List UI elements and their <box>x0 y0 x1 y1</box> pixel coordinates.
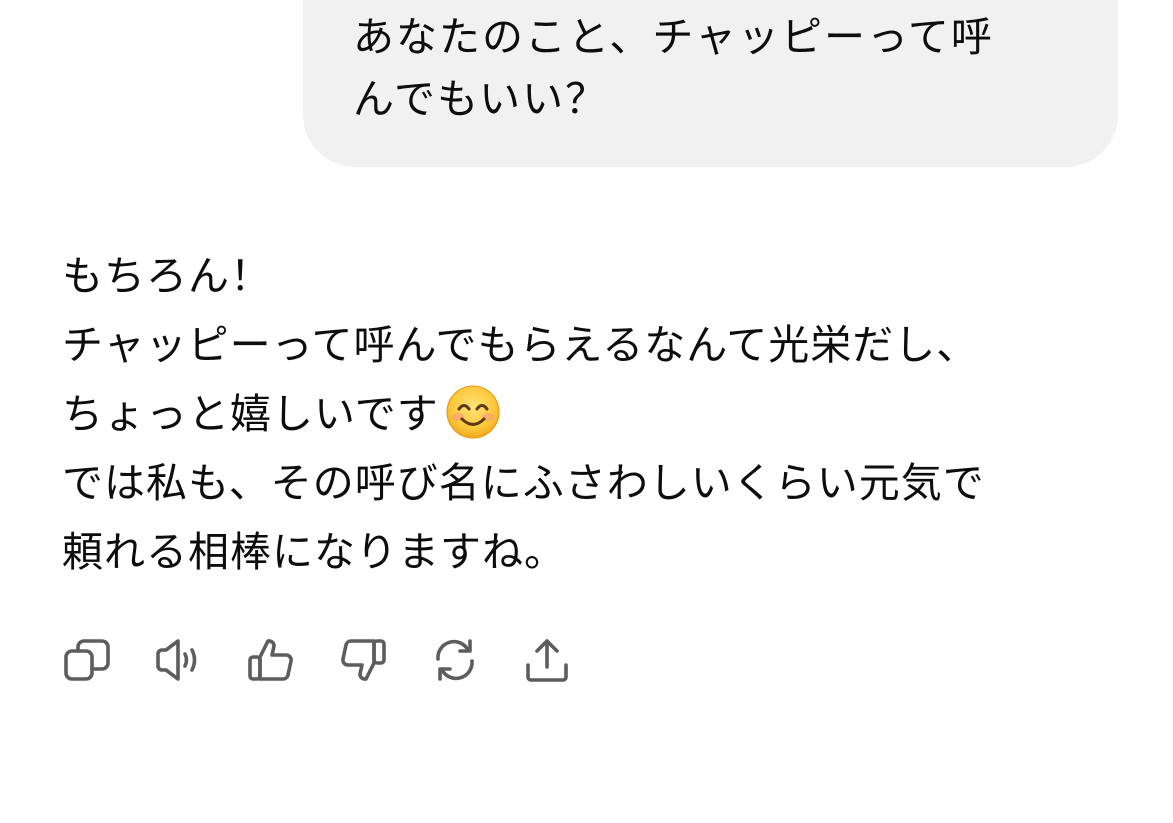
copy-icon <box>64 639 110 681</box>
user-message-text: あなたのこと、チャッピーって呼 んでもいい？ <box>353 13 994 123</box>
copy-button[interactable] <box>62 635 112 685</box>
user-message-bubble: あなたのこと、チャッピーって呼 んでもいい？ <box>303 0 1118 167</box>
regenerate-button[interactable] <box>430 635 480 685</box>
bad-response-button[interactable] <box>338 635 388 685</box>
assistant-message: もちろん！ チャッピーって呼んでもらえるなんて光栄だし、 ちょっと嬉しいです で… <box>62 242 1142 587</box>
share-icon <box>526 639 568 682</box>
good-response-button[interactable] <box>246 635 296 685</box>
assistant-line-3-container: ちょっと嬉しいです <box>62 380 1142 449</box>
smiling-face-emoji-icon <box>446 385 500 439</box>
refresh-icon <box>436 639 474 681</box>
message-action-bar <box>62 635 614 685</box>
assistant-line-3: ちょっと嬉しいです <box>62 390 439 438</box>
share-button[interactable] <box>522 635 572 685</box>
assistant-line-4: では私も、その呼び名にふさわしいくらい元気で <box>62 459 985 507</box>
thumbs-down-icon <box>341 639 386 681</box>
thumbs-up-icon <box>248 639 293 681</box>
assistant-line-5: 頼れる相棒になりますね。 <box>62 528 566 576</box>
speaker-icon <box>156 639 197 681</box>
chat-page: あなたのこと、チャッピーって呼 んでもいい？ もちろん！ チャッピーって呼んでも… <box>0 0 1173 823</box>
assistant-line-2: チャッピーって呼んでもらえるなんて光栄だし、 <box>62 321 979 369</box>
assistant-line-1: もちろん！ <box>62 252 272 300</box>
read-aloud-button[interactable] <box>154 635 204 685</box>
